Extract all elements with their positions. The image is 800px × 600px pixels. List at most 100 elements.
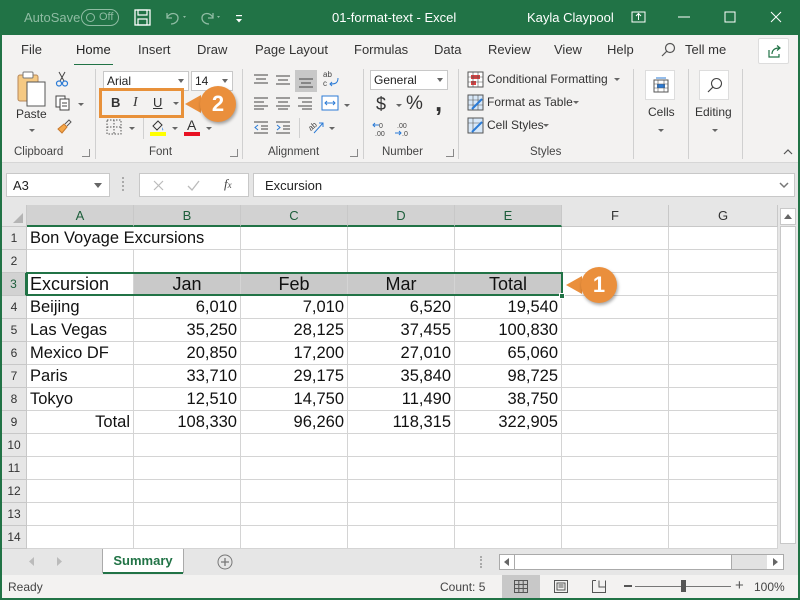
zoom-out-button[interactable] [624,585,632,587]
cell-a13[interactable] [27,503,134,526]
scroll-thumb[interactable] [514,554,732,570]
cell-d14[interactable] [348,526,455,549]
decrease-decimal-icon[interactable]: .00.0 [394,120,412,141]
column-header-a[interactable]: A [27,205,134,227]
cell-b13[interactable] [134,503,241,526]
cancel-icon[interactable] [153,180,164,191]
cell-d4[interactable]: 6,520 [348,296,455,319]
cell-c13[interactable] [241,503,348,526]
cell-d3[interactable]: Mar [348,273,455,296]
cell-g7[interactable] [669,365,778,388]
fill-color-dropdown[interactable] [172,127,178,130]
cell-g14[interactable] [669,526,778,549]
middle-align-icon[interactable] [275,73,291,90]
cell-g6[interactable] [669,342,778,365]
cell-e3[interactable]: Total [455,273,562,296]
font-color-icon[interactable]: A [184,117,200,139]
cell-g8[interactable] [669,388,778,411]
cell-b7[interactable]: 33,710 [134,365,241,388]
cell-e7[interactable]: 98,725 [455,365,562,388]
row-header-2[interactable]: 2 [2,250,27,273]
cell-e10[interactable] [455,434,562,457]
row-header-7[interactable]: 7 [2,365,27,388]
cell-a9[interactable]: Total [27,411,134,434]
cell-g10[interactable] [669,434,778,457]
tab-help[interactable]: Help [607,42,634,57]
expand-formula-bar-icon[interactable] [779,182,789,189]
share-button[interactable] [758,38,789,64]
cell-c4[interactable]: 7,010 [241,296,348,319]
cell-d6[interactable]: 27,010 [348,342,455,365]
cell-g3[interactable] [669,273,778,296]
tab-data[interactable]: Data [434,42,461,57]
cell-b10[interactable] [134,434,241,457]
cell-e2[interactable] [455,250,562,273]
cell-a1[interactable]: Bon Voyage Excursions [27,227,204,250]
cell-g11[interactable] [669,457,778,480]
cell-c12[interactable] [241,480,348,503]
close-icon[interactable] [764,5,788,29]
cell-b9[interactable]: 108,330 [134,411,241,434]
cell-d7[interactable]: 35,840 [348,365,455,388]
editing-dropdown[interactable] [712,129,718,132]
align-left-icon[interactable] [253,96,269,113]
orientation-dropdown[interactable] [329,127,335,130]
horizontal-scrollbar[interactable] [499,554,784,570]
cell-c8[interactable]: 14,750 [241,388,348,411]
column-header-c[interactable]: C [241,205,348,227]
merge-center-icon[interactable] [321,95,339,114]
cell-b4[interactable]: 6,010 [134,296,241,319]
zoom-slider-thumb[interactable] [681,580,686,592]
paste-label[interactable]: Paste [16,107,47,121]
cell-g5[interactable] [669,319,778,342]
tab-formulas[interactable]: Formulas [354,42,408,57]
undo-icon[interactable] [163,9,189,29]
cell-c6[interactable]: 17,200 [241,342,348,365]
row-header-9[interactable]: 9 [2,411,27,434]
zoom-level[interactable]: 100% [754,580,785,594]
scroll-up-button[interactable] [780,208,796,225]
cell-f9[interactable] [562,411,669,434]
cell-d11[interactable] [348,457,455,480]
column-header-d[interactable]: D [348,205,455,227]
align-right-icon[interactable] [297,96,313,113]
cells-button[interactable]: Cells [648,105,675,119]
row-header-12[interactable]: 12 [2,480,27,503]
cell-c2[interactable] [241,250,348,273]
minimize-icon[interactable] [672,5,696,29]
row-header-6[interactable]: 6 [2,342,27,365]
page-layout-view-icon[interactable] [554,580,568,593]
cell-c3[interactable]: Feb [241,273,348,296]
merge-dropdown[interactable] [344,104,350,107]
cell-e6[interactable]: 65,060 [455,342,562,365]
align-center-icon[interactable] [275,96,291,113]
clipboard-launcher[interactable] [82,149,90,157]
cell-e4[interactable]: 19,540 [455,296,562,319]
decrease-indent-icon[interactable] [253,120,269,137]
cell-c7[interactable]: 29,175 [241,365,348,388]
tab-home[interactable]: Home [74,42,113,67]
cell-a7[interactable]: Paris [27,365,134,388]
vertical-scrollbar[interactable] [778,205,798,549]
redo-icon[interactable] [197,9,223,29]
cell-f5[interactable] [562,319,669,342]
alignment-launcher[interactable] [350,149,358,157]
cell-f2[interactable] [562,250,669,273]
cell-f12[interactable] [562,480,669,503]
cell-b12[interactable] [134,480,241,503]
cut-icon[interactable] [55,71,69,90]
column-header-g[interactable]: G [669,205,778,227]
row-header-3[interactable]: 3 [2,273,27,296]
name-box[interactable]: A3 [6,173,110,197]
cell-g13[interactable] [669,503,778,526]
cell-a14[interactable] [27,526,134,549]
cell-a5[interactable]: Las Vegas [27,319,134,342]
cell-c5[interactable]: 28,125 [241,319,348,342]
ribbon-display-options-icon[interactable] [627,5,651,29]
cell-g9[interactable] [669,411,778,434]
customize-qat-icon[interactable] [235,13,243,27]
cell-styles-dropdown[interactable] [543,124,549,127]
cell-b8[interactable]: 12,510 [134,388,241,411]
cell-styles-icon[interactable] [467,117,484,137]
select-all-button[interactable] [2,205,27,227]
